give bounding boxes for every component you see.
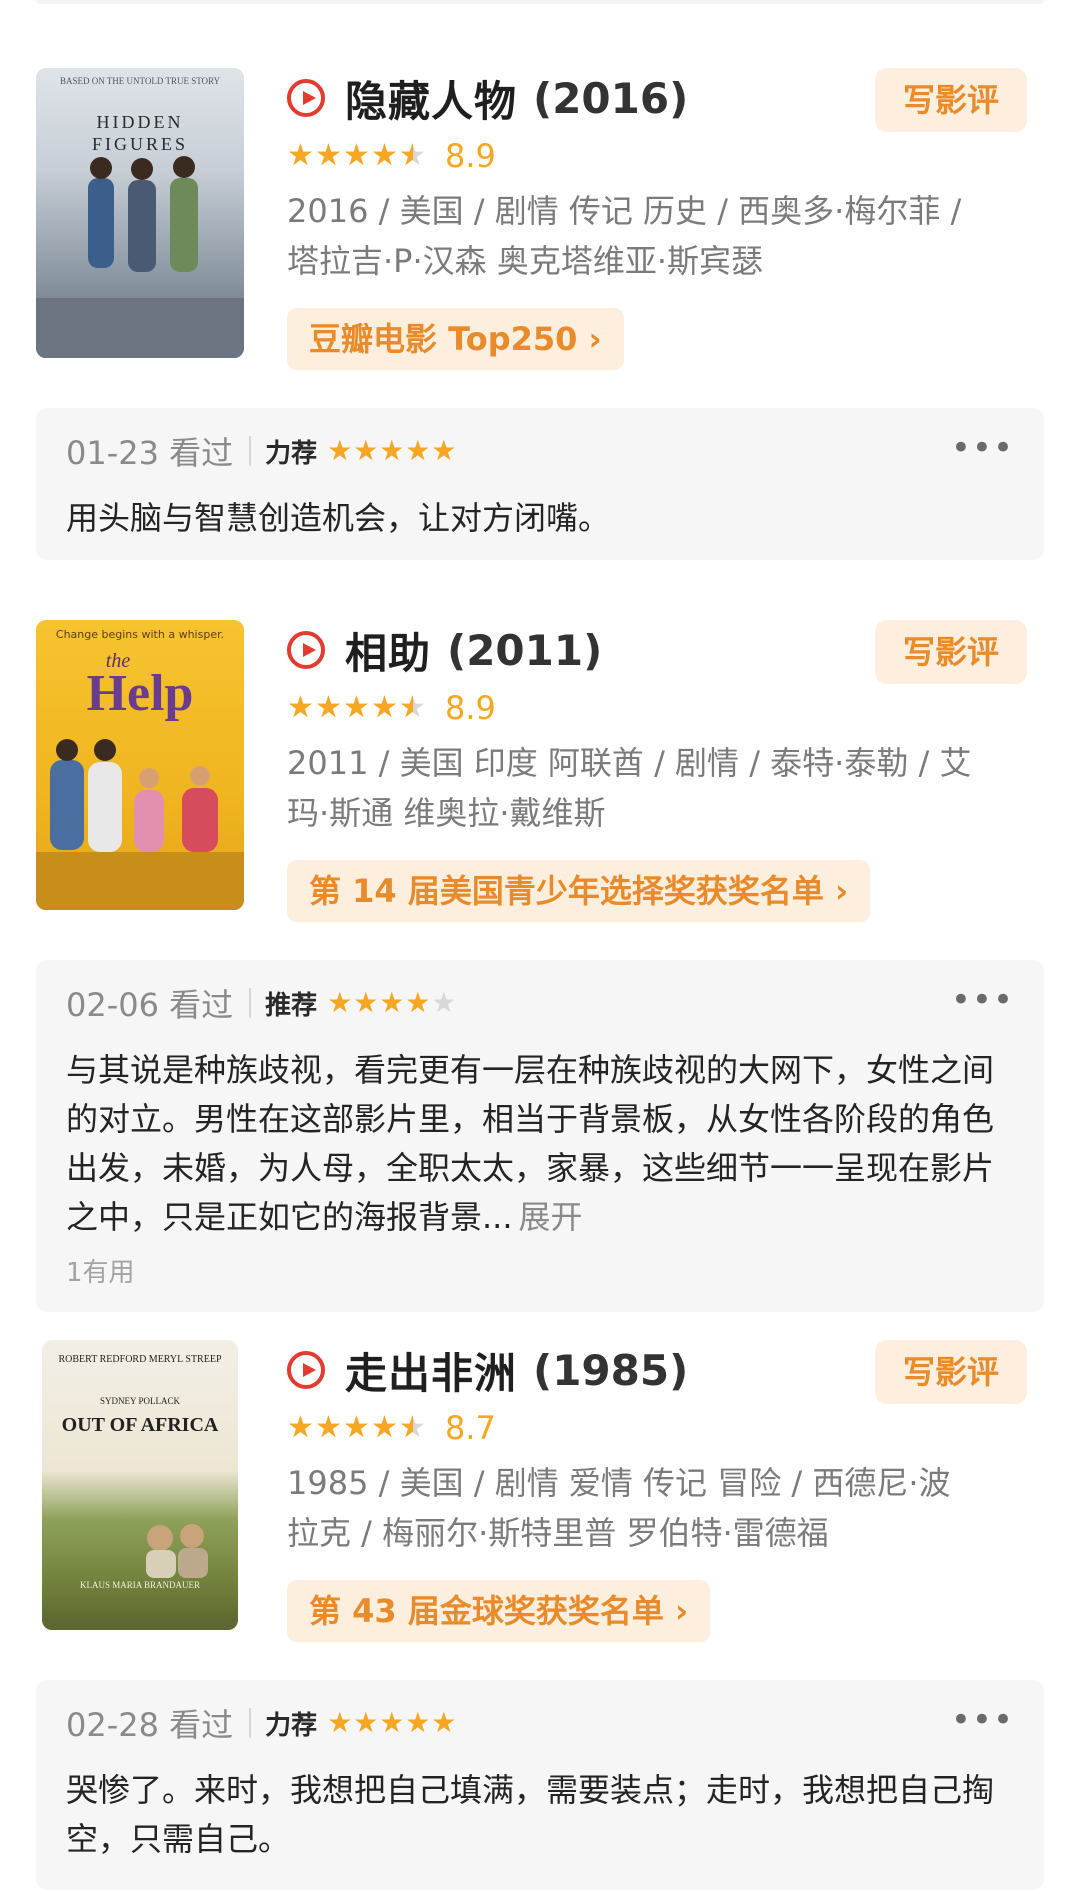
star-icon: ★★ — [287, 138, 314, 173]
poster-figures-illustration — [36, 156, 244, 358]
list-tag-link[interactable]: 第 43 届金球奖获奖名单 › — [287, 1580, 711, 1642]
divider — [249, 988, 252, 1018]
star-icon: ★★ — [371, 138, 398, 173]
write-review-button[interactable]: 写影评 — [875, 68, 1027, 132]
star-icon: ★★ — [315, 690, 342, 725]
movie-year: (1985) — [533, 1345, 689, 1395]
review-stars: ★★★★★★★★★★ — [327, 1708, 457, 1738]
movie-year: (2011) — [447, 625, 603, 675]
movie-poster[interactable]: Change begins with a whisper. the Help — [36, 620, 244, 910]
expand-link[interactable]: 展开 — [519, 1198, 583, 1236]
write-review-button[interactable]: 写影评 — [875, 620, 1027, 684]
more-dots-icon[interactable]: ••• — [951, 1703, 1014, 1737]
poster-figures-illustration — [36, 739, 244, 910]
movie-meta-line1: 2016 / 美国 / 剧情 传记 历史 / 西奥多·梅尔菲 / — [287, 192, 962, 230]
star-icon: ★★ — [315, 138, 342, 173]
star-icon: ★★ — [431, 434, 457, 467]
list-tag-link[interactable]: 豆瓣电影 Top250 › — [287, 308, 624, 370]
star-icon: ★★ — [353, 1706, 379, 1739]
star-icon: ★★ — [399, 1410, 426, 1445]
more-dots-icon[interactable]: ••• — [951, 431, 1014, 465]
star-icon: ★★ — [405, 1706, 431, 1739]
rating-score: 8.9 — [445, 137, 496, 175]
review-date: 02-06 看过 — [66, 986, 234, 1024]
list-tag-link[interactable]: 第 14 届美国青少年选择奖获奖名单 › — [287, 860, 871, 922]
movie-poster[interactable]: BASED ON THE UNTOLD TRUE STORY HIDDEN FI… — [36, 68, 244, 358]
rating-stars: ★ ★ ★ ★ ★ ★ ★ ★ ★ ★ — [287, 693, 427, 723]
divider — [249, 436, 252, 466]
play-circle-icon[interactable] — [287, 1351, 325, 1389]
review-text: 与其说是种族歧视，看完更有一层在种族歧视的大网下，女性之间的对立。男性在这部影片… — [66, 1046, 1014, 1242]
review-card[interactable]: 01-23 看过 力荐 ★ ★ ★ ★ ★ ★ ★ ★ ★ ★ ••• 用头脑与智慧创造机会，让对… — [36, 408, 1044, 560]
movie-meta-line2: 塔拉吉·P·汉森 奥克塔维亚·斯宾瑟 — [287, 242, 763, 280]
movie-poster[interactable]: ROBERT REDFORD MERYL STREEP SYDNEY POLLA… — [42, 1340, 238, 1630]
star-icon: ★★ — [405, 986, 431, 1019]
top-divider — [36, 0, 1044, 4]
rating-score: 8.7 — [445, 1409, 496, 1447]
star-icon: ★★ — [379, 434, 405, 467]
star-icon: ★★ — [405, 434, 431, 467]
movie-title[interactable]: 隐藏人物 — [345, 68, 517, 129]
review-text: 哭惨了。来时，我想把自己填满，需要装点；走时，我想把自己掏空，只需自己。 — [66, 1771, 995, 1858]
review-level: 力荐 — [265, 1710, 318, 1741]
star-icon: ★★ — [353, 434, 379, 467]
review-level: 推荐 — [265, 990, 318, 1021]
star-icon: ★★ — [327, 434, 353, 467]
play-circle-icon[interactable] — [287, 631, 325, 669]
movie-meta-line2: 玛·斯通 维奥拉·戴维斯 — [287, 794, 606, 832]
review-date: 02-28 看过 — [66, 1706, 234, 1744]
movie-year: (2016) — [533, 73, 689, 123]
star-icon: ★★ — [327, 986, 353, 1019]
star-icon: ★★ — [287, 690, 314, 725]
star-icon: ★★ — [379, 986, 405, 1019]
star-icon: ★★ — [315, 1410, 342, 1445]
star-icon: ★★ — [371, 1410, 398, 1445]
star-icon: ★★ — [431, 1706, 457, 1739]
divider — [249, 1708, 252, 1738]
review-stars: ★★★★★★★★★★ — [327, 988, 457, 1018]
star-icon: ★★ — [371, 690, 398, 725]
helpful-count[interactable]: 1有用 — [66, 1252, 1014, 1289]
review-card[interactable]: 02-28 看过 力荐 ★ ★ ★ ★ ★ ★ ★ ★ ★ ★ ••• 哭惨了。来时，我想把自己填… — [36, 1680, 1044, 1890]
star-icon: ★★ — [399, 690, 426, 725]
star-icon: ★★ — [343, 690, 370, 725]
more-dots-icon[interactable]: ••• — [951, 983, 1014, 1017]
rating-stars: ★ ★ ★ ★ ★ ★ ★ ★ ★ ★ — [287, 141, 427, 171]
review-stars: ★★★★★★★★★★ — [327, 436, 457, 466]
review-card[interactable]: 02-06 看过 推荐 ★★★★★★★★★★ ••• 与其说是种族歧视，看完更有… — [36, 960, 1044, 1312]
write-review-button[interactable]: 写影评 — [875, 1340, 1027, 1404]
poster-landscape-illustration — [146, 1524, 208, 1578]
movie-meta-line1: 2011 / 美国 印度 阿联酋 / 剧情 / 泰特·泰勒 / 艾 — [287, 744, 972, 782]
movie-meta: 2016 / 美国 / 剧情 传记 历史 / 西奥多·梅尔菲 / 塔拉吉·P·汉… — [287, 186, 1027, 286]
review-level: 力荐 — [265, 438, 318, 469]
movie-meta-line2: 拉克 / 梅丽尔·斯特里普 罗伯特·雷德福 — [287, 1514, 829, 1552]
star-icon: ★★ — [431, 986, 457, 1019]
movie-title[interactable]: 走出非洲 — [345, 1340, 517, 1401]
star-icon: ★★ — [353, 986, 379, 1019]
rating-stars: ★ ★ ★ ★ ★ ★ ★ ★ ★ ★ — [287, 1413, 427, 1443]
star-icon: ★★ — [343, 1410, 370, 1445]
star-icon: ★★ — [399, 138, 426, 173]
movie-title[interactable]: 相助 — [345, 620, 431, 681]
play-circle-icon[interactable] — [287, 79, 325, 117]
review-date: 01-23 看过 — [66, 434, 234, 472]
movie-meta: 2011 / 美国 印度 阿联酋 / 剧情 / 泰特·泰勒 / 艾 玛·斯通 维… — [287, 738, 1027, 838]
star-icon: ★★ — [343, 138, 370, 173]
movie-meta-line1: 1985 / 美国 / 剧情 爱情 传记 冒险 / 西德尼·波 — [287, 1464, 951, 1502]
movie-meta: 1985 / 美国 / 剧情 爱情 传记 冒险 / 西德尼·波 拉克 / 梅丽尔… — [287, 1458, 1027, 1558]
rating-score: 8.9 — [445, 689, 496, 727]
star-icon: ★★ — [327, 1706, 353, 1739]
star-icon: ★★ — [287, 1410, 314, 1445]
review-text: 用头脑与智慧创造机会，让对方闭嘴。 — [66, 499, 611, 537]
star-icon: ★★ — [379, 1706, 405, 1739]
